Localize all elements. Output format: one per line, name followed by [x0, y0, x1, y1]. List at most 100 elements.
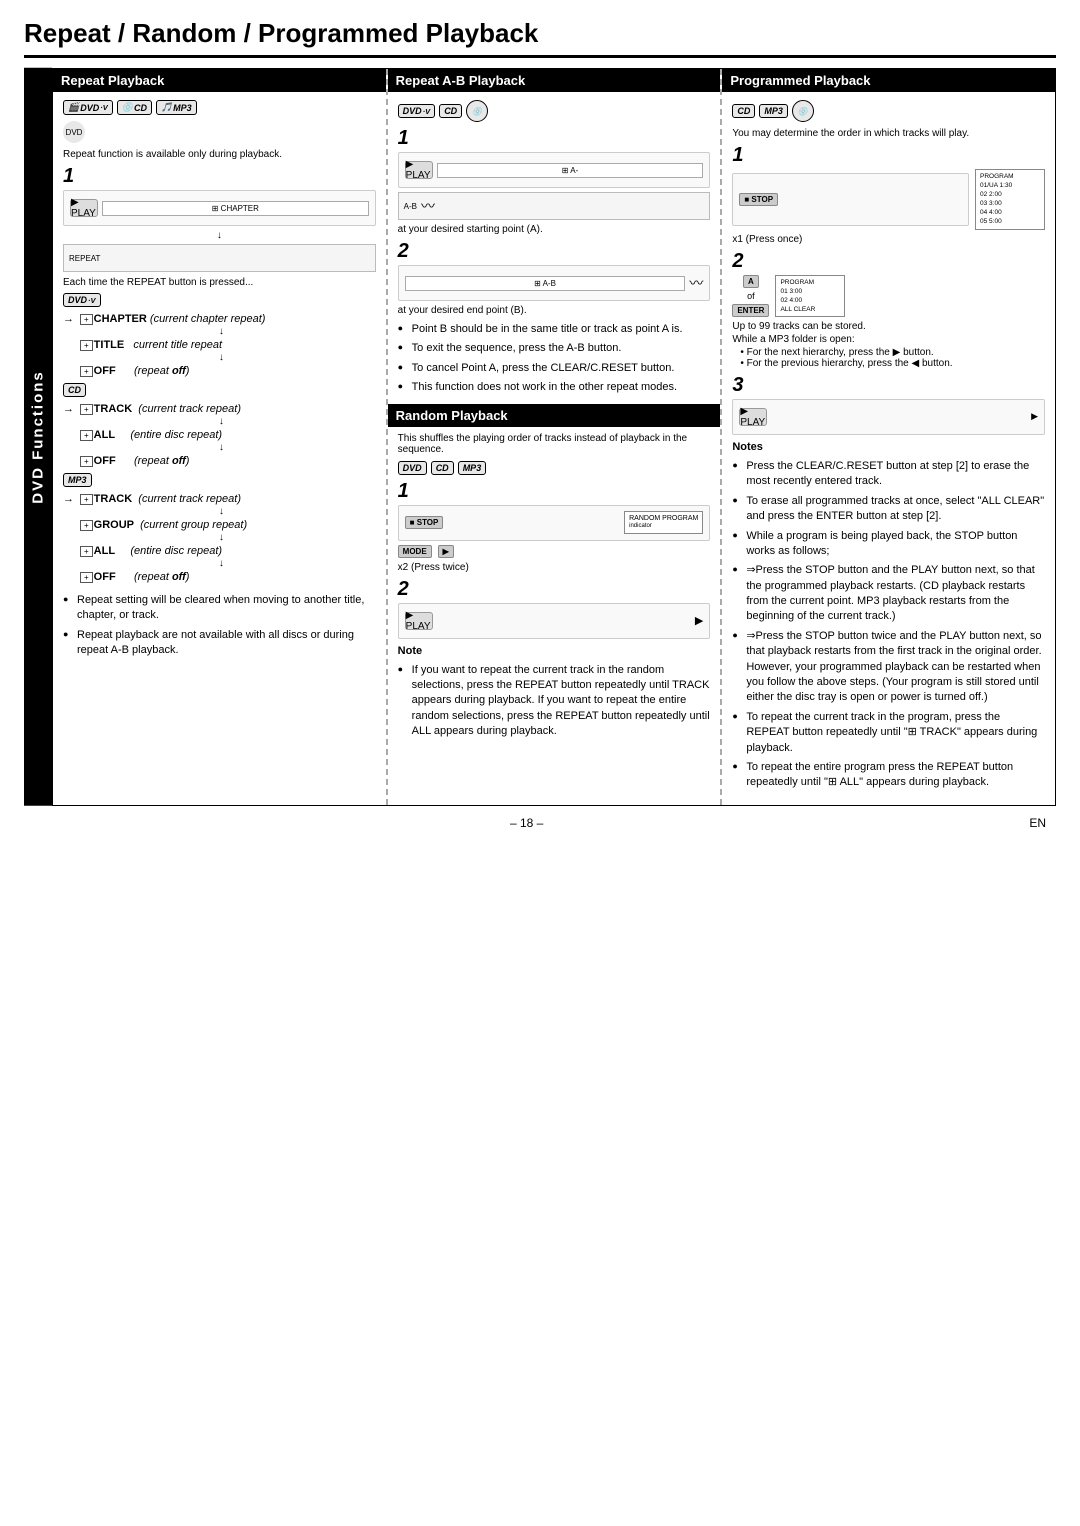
cd-badge: 💿CD: [117, 100, 152, 115]
ab-bullet-3: To cancel Point A, press the CLEAR/C.RES…: [398, 361, 711, 376]
a-btn-icon: A: [743, 275, 759, 288]
prog-step1-screen: PROGRAM 01/UA 1:30 02 2:00 03 3:00 04 4:…: [975, 169, 1045, 230]
cd-section-badge: CD: [63, 383, 376, 397]
prog-step2-mp3-next: • For the next hierarchy, press the ▶ bu…: [740, 347, 1045, 358]
mp3-item-all: +ALL (entire disc repeat): [63, 545, 376, 557]
mp3-item-track: → +TRACK (current track repeat): [63, 493, 376, 505]
cd-badge-2: CD: [63, 383, 86, 397]
repeat-playback-col: Repeat Playback 🎬DVD·V 💿CD 🎵MP3 DVD Repe…: [53, 69, 388, 805]
repeat-button-diagram: REPEAT: [63, 244, 376, 272]
ab-dvdv-badge: DVD·V: [398, 104, 436, 118]
prog-note-4: To repeat the current track in the progr…: [732, 710, 1045, 756]
chapter-label: ⊞ CHAPTER: [102, 201, 369, 216]
repeat-ab-badges: DVD·V CD 💿: [398, 100, 711, 122]
random-dvd-badge: DVD: [398, 461, 427, 475]
mp3-all-label: +ALL (entire disc repeat): [80, 545, 222, 557]
prog-note-5: To repeat the entire program press the R…: [732, 760, 1045, 791]
note-text: If you want to repeat the current track …: [398, 663, 711, 740]
page-footer: – 18 – EN: [24, 816, 1056, 830]
dvdv-title-label: +TITLE current title repeat: [80, 339, 222, 351]
repeat-bullet-2: Repeat playback are not available with a…: [63, 628, 376, 659]
mp3-section-badge: MP3: [63, 473, 376, 487]
dvdv-off-label: +OFF (repeat off): [80, 365, 189, 377]
ab-step2-diagram: ⊞ A-B 〰: [398, 265, 711, 301]
play-button-icon: ▶ PLAY: [70, 199, 98, 217]
prog-step3-num: 3: [732, 375, 1045, 395]
repeat-bullets: Repeat setting will be cleared when movi…: [63, 593, 376, 659]
ab-step2-num: 2: [398, 241, 711, 261]
random-badges: DVD CD MP3: [398, 461, 711, 475]
note-header: Note: [398, 645, 711, 657]
of-label: of: [747, 291, 755, 301]
programmed-badges: CD MP3 💿: [732, 100, 1045, 122]
prog-step2-row: A of ENTER PROGRAM 01 3:00 02 4:00 ALL C…: [732, 275, 1045, 317]
prog-notes-header: Notes: [732, 441, 1045, 453]
repeat-badges-row: 🎬DVD·V 💿CD 🎵MP3: [63, 100, 376, 115]
prog-stop-icon: ■ STOP: [739, 193, 778, 206]
dvdv-badge-2: DVD·V: [63, 293, 101, 307]
cd-item-track: → +TRACK (current track repeat): [63, 403, 376, 415]
prog-mp3-badge: MP3: [759, 104, 788, 118]
cd-arrow-list: → +TRACK (current track repeat) ↓ +ALL (…: [63, 403, 376, 467]
programmed-col: Programmed Playback CD MP3 💿 You may det…: [722, 69, 1055, 805]
ab-step1-desc: at your desired starting point (A).: [398, 224, 711, 235]
prog-step2-controls: A of ENTER: [732, 275, 769, 317]
dvdv-item-off: +OFF (repeat off): [63, 365, 376, 377]
ab-step2-desc: at your desired end point (B).: [398, 305, 711, 316]
random-step1-num: 1: [398, 481, 711, 501]
ab-step1-num: 1: [398, 128, 711, 148]
arrow-down-2: ↓: [67, 352, 376, 363]
prog-step2-mp3-note: While a MP3 folder is open:: [732, 334, 1045, 345]
page-title: Repeat / Random / Programmed Playback: [24, 18, 1056, 58]
prog-step2-mp3-prev: • For the previous hierarchy, press the …: [740, 358, 1045, 369]
repeat-intro: Repeat function is available only during…: [63, 149, 376, 160]
footer-text: – 18 –: [510, 816, 543, 830]
disc-icon: DVD: [63, 121, 85, 143]
cd-off-label: +OFF (repeat off): [80, 455, 189, 467]
arrow-right-1: →: [63, 313, 77, 325]
dvdv-item-title: +TITLE current title repeat: [63, 339, 376, 351]
cd-track-label: +TRACK (current track repeat): [80, 403, 241, 415]
dvdv-section-badge: DVD·V: [63, 293, 376, 307]
mp3-badge-2: MP3: [63, 473, 92, 487]
ab-step1-btn: A-B 〰: [398, 192, 711, 220]
random-cd-badge: CD: [431, 461, 454, 475]
random-intro: This shuffles the playing order of track…: [398, 433, 711, 455]
repeat-btn-icon: REPEAT: [69, 254, 100, 263]
ab-step2-icon: 〰: [689, 273, 703, 293]
prog-play-arrow: ▶: [1031, 411, 1038, 422]
enter-icon: ENTER: [732, 304, 769, 317]
prog-step3-diagram: ▶ PLAY ▶: [732, 399, 1045, 435]
random-mp3-badge: MP3: [458, 461, 487, 475]
dvd-functions-tab: DVD Functions: [24, 68, 52, 806]
mp3-badge: 🎵MP3: [156, 100, 197, 115]
prog-note-1: Press the CLEAR/C.RESET button at step […: [732, 459, 1045, 490]
mode-btn-icon: MODE: [398, 545, 432, 558]
prog-step2-num: 2: [732, 251, 1045, 271]
ab-bullets: Point B should be in the same title or t…: [398, 322, 711, 396]
prog-note-2: To erase all programmed tracks at once, …: [732, 494, 1045, 525]
ab-ab-label: ⊞ A-B: [405, 276, 686, 291]
random-step2-diagram: ▶ PLAY ▶: [398, 603, 711, 639]
random-sel-btn: ▶: [438, 545, 454, 558]
prog-step1-diagram: ■ STOP: [732, 173, 969, 226]
prog-step1-num: 1: [732, 145, 1045, 165]
prog-note-3: While a program is being played back, th…: [732, 529, 1045, 560]
repeat-ab-header: Repeat A-B Playback: [388, 69, 721, 92]
programmed-header: Programmed Playback: [722, 69, 1055, 92]
note-bullets: If you want to repeat the current track …: [398, 663, 711, 740]
mp3-off-label: +OFF (repeat off): [80, 571, 189, 583]
random-step1-press: x2 (Press twice): [398, 562, 711, 573]
dvdv-item-chapter: → +CHAPTER (current chapter repeat): [63, 313, 376, 325]
random-play-arrow: ▶: [695, 614, 703, 627]
random-header: Random Playback: [388, 404, 721, 427]
prog-play-icon: ▶ PLAY: [739, 408, 767, 426]
programmed-intro: You may determine the order in which tra…: [732, 128, 1045, 139]
arrow-down-1: ↓: [67, 326, 376, 337]
stop-btn-icon: ■ STOP: [405, 516, 444, 529]
dvdv-chapter-label: +CHAPTER (current chapter repeat): [80, 313, 265, 325]
mp3-item-off: +OFF (repeat off): [63, 571, 376, 583]
repeat-step1-num: 1: [63, 166, 376, 186]
prog-note-3b: ⇒Press the STOP button and the PLAY butt…: [732, 563, 1045, 625]
prog-notes-list: Press the CLEAR/C.RESET button at step […: [732, 459, 1045, 791]
